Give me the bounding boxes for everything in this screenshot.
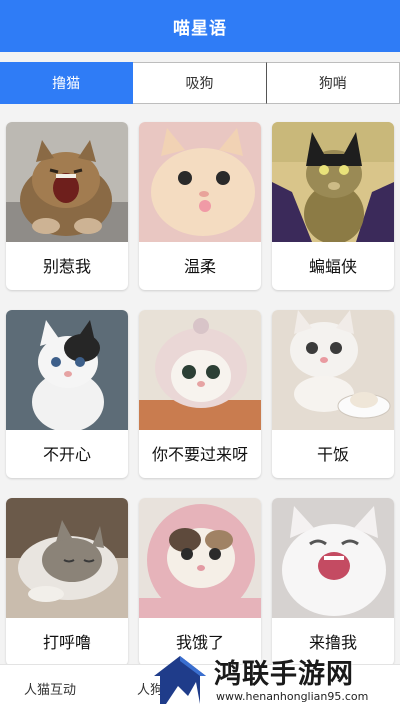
cat-photo xyxy=(139,310,261,430)
card-caption: 温柔 xyxy=(183,256,216,276)
card-caption: 蝙蝠侠 xyxy=(308,256,357,276)
house-logo-icon xyxy=(154,656,206,704)
card-caption: 干饭 xyxy=(316,444,349,464)
category-tabs: 撸猫 吸狗 狗哨 xyxy=(0,62,400,104)
cat-photo xyxy=(6,498,128,618)
card-pet-me[interactable]: 来撸我 xyxy=(272,498,394,666)
cat-photo xyxy=(139,122,261,242)
page-title: 喵星语 xyxy=(173,18,227,39)
cat-photo xyxy=(139,498,261,618)
cat-photo xyxy=(272,310,394,430)
card-hungry[interactable]: 我饿了 xyxy=(139,498,261,666)
card-caption: 别惹我 xyxy=(42,256,91,276)
card-stay-away[interactable]: 你不要过来呀 xyxy=(139,310,261,478)
tab-pet-cat[interactable]: 撸猫 xyxy=(0,62,134,104)
card-angry[interactable]: 别惹我 xyxy=(6,122,128,290)
cat-photo xyxy=(6,310,128,430)
site-watermark: 鸿联手游网 www.henanhonglian95.com xyxy=(150,650,400,711)
cat-photo xyxy=(6,122,128,242)
card-eat[interactable]: 干饭 xyxy=(272,310,394,478)
card-unhappy[interactable]: 不开心 xyxy=(6,310,128,478)
card-caption: 你不要过来呀 xyxy=(151,444,248,464)
tab-sniff-dog[interactable]: 吸狗 xyxy=(133,62,267,104)
app-header: 喵星语 xyxy=(0,0,400,52)
card-batman[interactable]: 蝙蝠侠 xyxy=(272,122,394,290)
card-gentle[interactable]: 温柔 xyxy=(139,122,261,290)
nav-human-cat[interactable]: 人猫互动 xyxy=(0,665,100,711)
cat-photo xyxy=(272,122,394,242)
app-screen: 喵星语 撸猫 吸狗 狗哨 别惹我 温柔 蝙蝠侠 不开心 你不要过来呀 干饭 打呼… xyxy=(0,0,400,711)
cat-photo xyxy=(272,498,394,618)
card-purr[interactable]: 打呼噜 xyxy=(6,498,128,666)
watermark-brand: 鸿联手游网 xyxy=(214,659,354,690)
tab-dog-whistle[interactable]: 狗哨 xyxy=(266,62,400,104)
card-caption: 不开心 xyxy=(42,444,91,464)
card-caption: 打呼噜 xyxy=(42,632,91,652)
cat-sound-grid: 别惹我 温柔 蝙蝠侠 不开心 你不要过来呀 干饭 打呼噜 我饿了 来撸我 xyxy=(0,114,400,674)
watermark-url: www.henanhonglian95.com xyxy=(216,690,369,703)
